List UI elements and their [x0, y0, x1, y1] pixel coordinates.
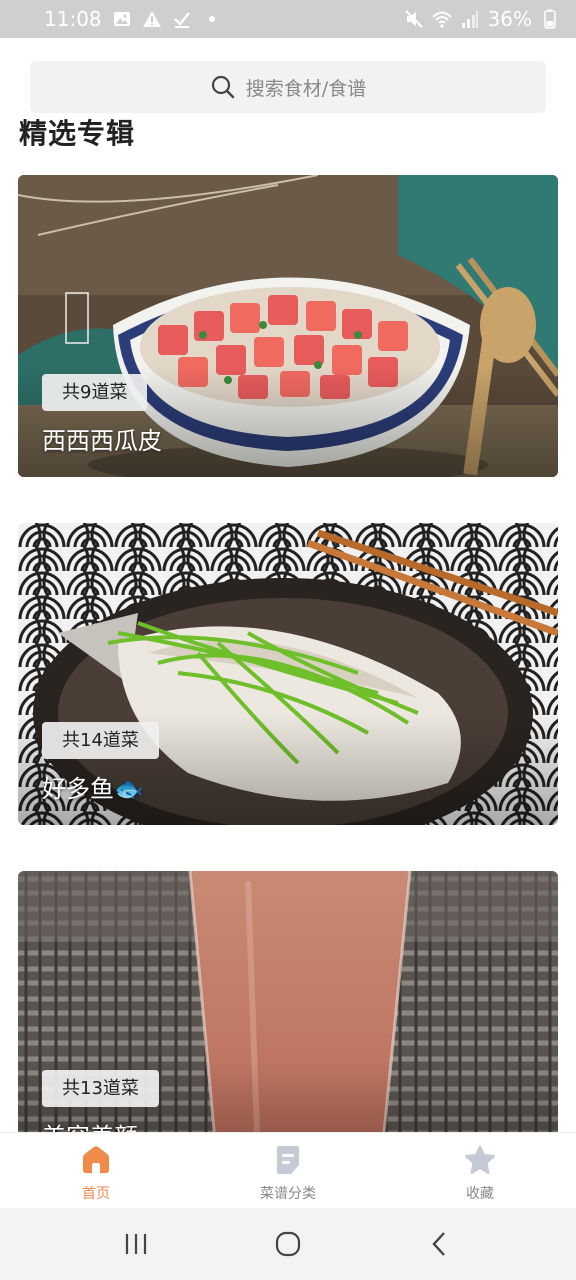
image-icon	[112, 9, 132, 29]
back-icon	[432, 1232, 445, 1256]
home-circle-icon	[275, 1231, 301, 1257]
section-title: 精选专辑	[19, 117, 136, 150]
album-card[interactable]: 共9道菜 西西西瓜皮	[18, 175, 558, 477]
wifi-icon	[431, 9, 452, 29]
tab-home[interactable]: 首页	[0, 1133, 192, 1208]
card-dish-count: 共14道菜	[42, 722, 159, 759]
system-navigation-bar	[0, 1208, 576, 1280]
card-title: 好多鱼🐟	[42, 775, 144, 803]
recent-apps-button[interactable]	[106, 1214, 166, 1274]
card-dish-count: 共9道菜	[42, 374, 148, 411]
album-card[interactable]: 共13道菜 美容养颜	[18, 871, 558, 1132]
search-placeholder: 搜索食材/食谱	[245, 77, 367, 100]
album-card[interactable]: 共14道菜 好多鱼🐟	[18, 523, 558, 825]
battery-icon	[540, 9, 560, 29]
back-button[interactable]	[410, 1214, 470, 1274]
tab-favorites[interactable]: 收藏	[384, 1133, 576, 1208]
tab-label: 首页	[82, 1186, 110, 1202]
mute-icon	[404, 9, 424, 29]
recipe-category-icon	[277, 1146, 299, 1174]
card-title: 美容养颜	[42, 1117, 138, 1132]
tab-label: 菜谱分类	[260, 1186, 316, 1202]
home-button[interactable]	[258, 1214, 318, 1274]
dot-icon	[202, 9, 222, 29]
star-icon	[465, 1145, 495, 1174]
header: 搜索食材/食谱	[0, 38, 576, 120]
main-content[interactable]: 精选专辑 共9道菜 西西西瓜皮 共14道菜 好多鱼🐟 共13道菜	[0, 110, 576, 1132]
card-title: 西西西瓜皮	[42, 427, 162, 455]
download-done-icon	[172, 9, 192, 29]
battery-percent: 36%	[487, 7, 532, 31]
status-time: 11:08	[44, 7, 102, 31]
signal-icon	[460, 9, 480, 29]
recent-apps-icon	[125, 1234, 147, 1254]
tab-label: 收藏	[466, 1186, 494, 1202]
search-input[interactable]: 搜索食材/食谱	[30, 61, 546, 113]
warning-icon	[142, 9, 162, 29]
tab-recipe-category[interactable]: 菜谱分类	[192, 1133, 384, 1208]
search-icon	[211, 75, 234, 99]
bottom-tab-bar: 首页 菜谱分类 收藏	[0, 1132, 576, 1208]
card-dish-count: 共13道菜	[42, 1070, 159, 1107]
status-bar: 11:08 36%	[0, 0, 576, 38]
home-icon	[83, 1146, 109, 1173]
